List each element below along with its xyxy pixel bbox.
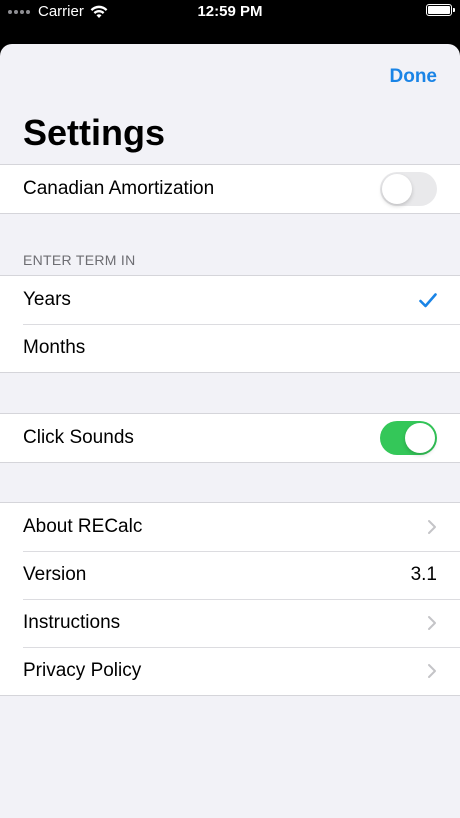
done-button[interactable]: Done xyxy=(390,66,438,88)
amortization-toggle[interactable] xyxy=(380,172,437,206)
amortization-group: Canadian Amortization xyxy=(0,164,460,214)
click-sounds-toggle[interactable] xyxy=(380,421,437,455)
status-time: 12:59 PM xyxy=(197,3,263,20)
instructions-label: Instructions xyxy=(23,612,121,633)
amortization-row: Canadian Amortization xyxy=(0,165,460,213)
term-group: Years Months xyxy=(0,275,460,373)
toggle-knob xyxy=(382,174,412,204)
page-title: Settings xyxy=(23,112,166,153)
battery-icon xyxy=(426,4,455,16)
sounds-group: Click Sounds xyxy=(0,413,460,463)
about-label: About RECalc xyxy=(23,516,143,537)
chevron-right-icon xyxy=(428,520,436,534)
privacy-policy-label: Privacy Policy xyxy=(23,660,142,681)
battery-level xyxy=(428,6,450,14)
toggle-knob xyxy=(405,423,435,453)
settings-sheet: Done Settings Canadian Amortization ENTE… xyxy=(0,44,460,818)
amortization-label: Canadian Amortization xyxy=(23,178,215,199)
version-row: Version 3.1 xyxy=(0,551,460,599)
status-bar: Carrier 12:59 PM xyxy=(0,0,460,44)
term-option-label: Years xyxy=(23,289,71,310)
term-section-header: ENTER TERM IN xyxy=(23,252,136,268)
chevron-right-icon xyxy=(428,616,436,630)
info-group: About RECalc Version 3.1 Instructions Pr… xyxy=(0,502,460,696)
term-option-years[interactable]: Years xyxy=(0,276,460,324)
version-value: 3.1 xyxy=(410,564,437,585)
term-option-months[interactable]: Months xyxy=(0,324,460,372)
term-option-label: Months xyxy=(23,337,86,358)
click-sounds-row: Click Sounds xyxy=(0,414,460,462)
chevron-right-icon xyxy=(428,664,436,678)
privacy-policy-row[interactable]: Privacy Policy xyxy=(0,647,460,695)
version-label: Version xyxy=(23,564,87,585)
click-sounds-label: Click Sounds xyxy=(23,427,134,448)
instructions-row[interactable]: Instructions xyxy=(0,599,460,647)
checkmark-icon xyxy=(419,292,437,307)
about-row[interactable]: About RECalc xyxy=(0,503,460,551)
